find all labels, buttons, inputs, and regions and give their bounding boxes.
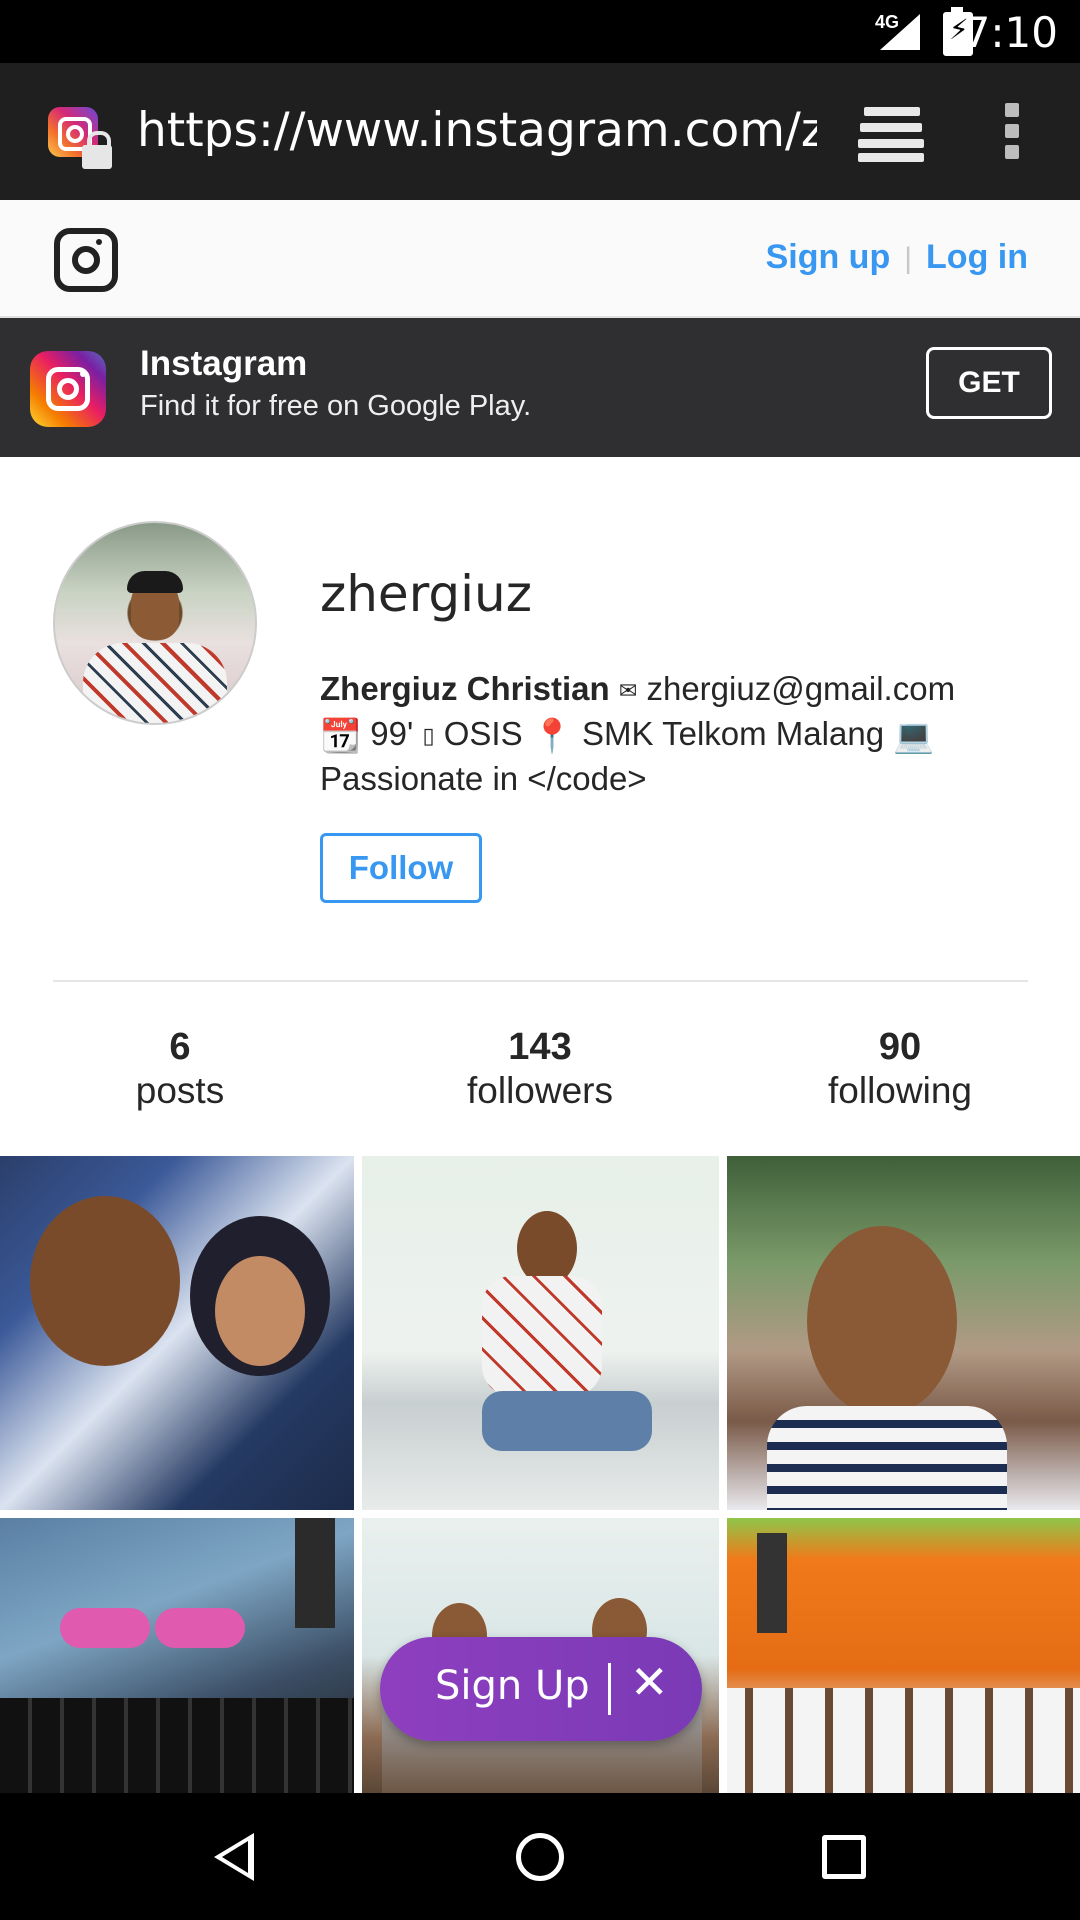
computer-icon: 💻 — [893, 716, 935, 756]
divider — [53, 980, 1028, 982]
followers-count: 143 — [508, 1026, 572, 1068]
auth-links: Sign up | Log in — [766, 238, 1028, 277]
following-label: following — [828, 1070, 972, 1111]
lock-icon — [82, 145, 112, 169]
posts-label: posts — [135, 1070, 225, 1111]
instagram-app-icon — [30, 351, 106, 427]
instagram-header: Sign up | Log in — [0, 200, 1080, 318]
post-thumbnail-3[interactable] — [727, 1156, 1080, 1510]
stat-posts[interactable]: 6 posts — [30, 1025, 330, 1113]
close-icon[interactable]: ✕ — [630, 1655, 669, 1709]
log-in-link[interactable]: Log in — [926, 238, 1028, 276]
auth-separator: | — [904, 242, 913, 275]
followers-label: followers — [467, 1070, 613, 1111]
bio-school: SMK Telkom Malang — [582, 715, 885, 752]
get-app-button[interactable]: GET — [926, 347, 1052, 419]
sign-up-link[interactable]: Sign up — [766, 238, 891, 276]
clock: 7:10 — [963, 8, 1058, 57]
profile-username: zhergiuz — [320, 565, 532, 623]
stat-followers[interactable]: 143 followers — [390, 1025, 690, 1113]
bio-line-1: Zhergiuz Christian ✉ zhergiuz@gmail.com — [320, 670, 955, 708]
app-subtitle: Find it for free on Google Play. — [140, 390, 532, 422]
bio-line-3: Passionate in </code> — [320, 760, 647, 797]
calendar-icon: 📆 — [320, 716, 362, 756]
posts-count: 6 — [169, 1026, 191, 1068]
system-nav-bar — [0, 1793, 1080, 1920]
instagram-logo-icon[interactable] — [54, 228, 118, 292]
home-icon[interactable] — [516, 1833, 564, 1881]
overflow-menu-icon[interactable] — [1005, 103, 1025, 163]
follow-button[interactable]: Follow — [320, 833, 482, 903]
app-install-banner: Instagram Find it for free on Google Pla… — [0, 318, 1080, 457]
post-thumbnail-2[interactable] — [362, 1156, 719, 1510]
signup-pill-button[interactable]: Sign Up — [435, 1663, 590, 1709]
tabs-icon[interactable] — [858, 105, 928, 162]
email-text: zhergiuz@gmail.com — [646, 670, 956, 707]
post-thumbnail-6[interactable] — [727, 1518, 1080, 1793]
avatar — [53, 521, 257, 725]
status-bar: 4G ⚡ 7:10 — [0, 0, 1080, 63]
signal-icon — [880, 14, 920, 50]
app-title: Instagram — [140, 344, 308, 383]
stat-following[interactable]: 90 following — [750, 1025, 1050, 1113]
signup-floating-pill: Sign Up ✕ — [380, 1637, 702, 1741]
envelope-icon: ✉ — [618, 678, 638, 704]
unknown-glyph-icon: ▯ — [422, 723, 435, 749]
post-thumbnail-1[interactable] — [0, 1156, 354, 1510]
following-count: 90 — [878, 1026, 922, 1068]
url-bar[interactable]: https://www.instagram.com/zhe — [137, 103, 817, 158]
pill-separator — [608, 1663, 611, 1715]
bio-osis: OSIS — [443, 715, 523, 752]
post-thumbnail-4[interactable] — [0, 1518, 354, 1793]
pin-icon: 📍 — [531, 716, 573, 756]
bio-line-2: 📆 99' ▯ OSIS 📍 SMK Telkom Malang 💻 — [320, 715, 934, 756]
display-name: Zhergiuz Christian — [320, 670, 610, 707]
browser-toolbar: https://www.instagram.com/zhe — [0, 63, 1080, 200]
bio-year: 99' — [370, 715, 414, 752]
back-icon-inner — [222, 1841, 248, 1873]
recents-icon[interactable] — [822, 1835, 866, 1879]
